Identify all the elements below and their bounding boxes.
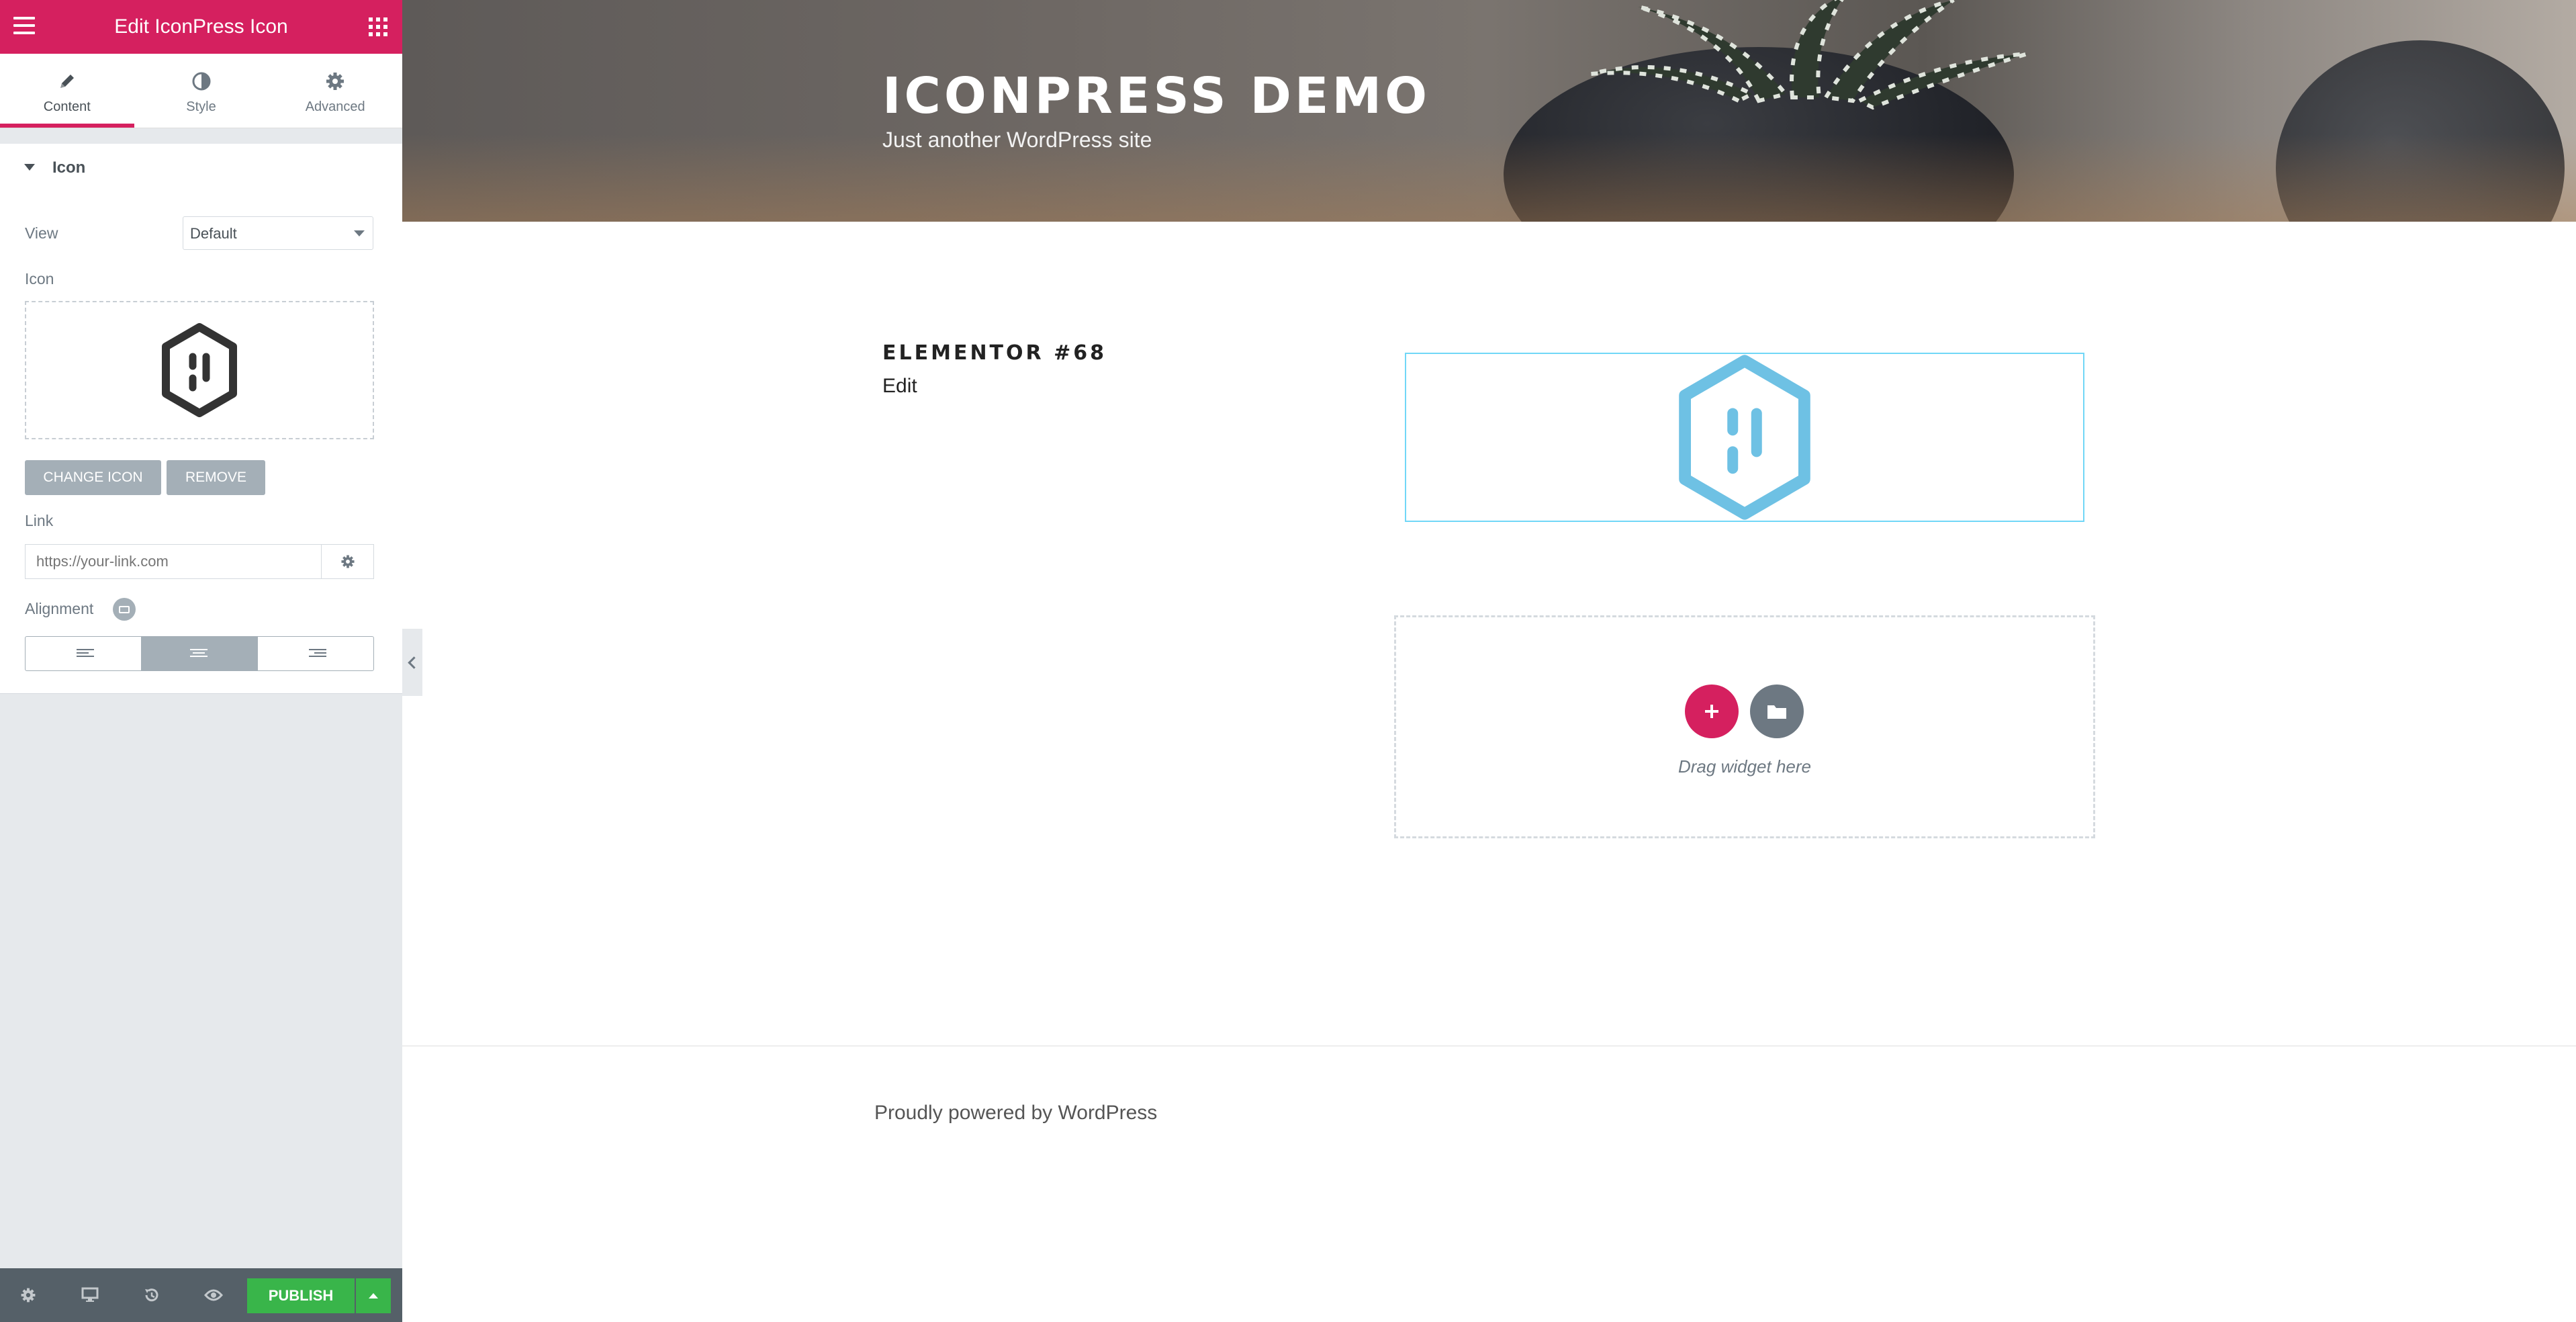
responsive-desktop-icon[interactable]: [113, 598, 136, 621]
hamburger-menu-icon[interactable]: [13, 17, 35, 37]
align-left-button[interactable]: [26, 637, 142, 670]
link-options-button[interactable]: [321, 544, 374, 579]
tab-style[interactable]: Style: [134, 54, 269, 128]
site-title[interactable]: ICONPRESS DEMO: [882, 67, 1430, 125]
icon-preview-box[interactable]: [25, 301, 374, 439]
alignment-label: Alignment: [25, 600, 94, 617]
eye-icon[interactable]: [203, 1284, 224, 1306]
desktop-icon[interactable]: [79, 1284, 101, 1306]
footer-divider: [402, 1045, 2576, 1047]
panel-header: Edit IconPress Icon: [0, 0, 402, 54]
link-input[interactable]: [25, 544, 321, 579]
add-section-button[interactable]: [1685, 685, 1739, 738]
pencil-icon: [0, 71, 134, 91]
gear-icon: [340, 555, 355, 568]
panel-footer: PUBLISH: [0, 1268, 402, 1322]
publish-button[interactable]: PUBLISH: [247, 1278, 355, 1313]
publish-options-button[interactable]: [356, 1278, 391, 1313]
iconpress-hex-icon: [162, 323, 237, 417]
settings-icon[interactable]: [17, 1284, 39, 1306]
tab-advanced-label: Advanced: [305, 99, 365, 114]
align-right-icon: [309, 648, 373, 659]
view-select[interactable]: Default: [183, 216, 373, 250]
tab-content[interactable]: Content: [0, 54, 134, 128]
collapse-panel-button[interactable]: [402, 629, 422, 696]
change-icon-button[interactable]: CHANGE ICON: [25, 460, 161, 495]
tab-style-label: Style: [186, 99, 216, 114]
tab-advanced[interactable]: Advanced: [268, 54, 402, 128]
powered-by-link[interactable]: Proudly powered by WordPress: [874, 1102, 1157, 1125]
gear-icon: [268, 71, 402, 91]
remove-button[interactable]: REMOVE: [167, 460, 265, 495]
panel-tabs: Content Style Advanced: [0, 54, 402, 128]
widgets-grid-icon[interactable]: [369, 17, 387, 36]
align-center-button[interactable]: [142, 637, 258, 670]
panel-title: Edit IconPress Icon: [114, 15, 288, 38]
contrast-icon: [134, 71, 269, 91]
alignment-choices: [25, 636, 374, 671]
site-header-image: [402, 0, 2576, 222]
add-template-button[interactable]: [1750, 685, 1804, 738]
entry-title: ELEMENTOR #68: [882, 341, 1107, 365]
plus-icon: [1705, 705, 1718, 718]
view-select-value: Default: [190, 225, 237, 242]
drag-widget-text: Drag widget here: [1678, 756, 1811, 777]
folder-icon: [1767, 705, 1786, 719]
align-left-icon: [77, 648, 141, 659]
site-tagline: Just another WordPress site: [882, 128, 1152, 152]
view-label: View: [25, 224, 58, 242]
controls-area: View Default Icon CHANGE ICON REMOVE Lin…: [0, 192, 402, 694]
section-icon-toggle[interactable]: Icon: [0, 144, 402, 193]
section-title: Icon: [52, 159, 86, 177]
caret-up-icon: [369, 1293, 378, 1298]
align-center-icon: [190, 648, 257, 659]
caret-down-icon: [24, 164, 35, 171]
chevron-left-icon: [407, 656, 420, 669]
icon-label: Icon: [25, 270, 54, 288]
plant-leaves-image: [1590, 0, 2028, 110]
edit-link[interactable]: Edit: [882, 375, 917, 398]
editor-panel: Edit IconPress Icon Content Style Advanc…: [0, 0, 402, 1322]
align-right-button[interactable]: [258, 637, 373, 670]
iconpress-icon-widget[interactable]: [1405, 353, 2084, 522]
tab-content-label: Content: [43, 99, 91, 114]
empty-section-drop-zone[interactable]: [1394, 615, 2095, 838]
chevron-down-icon: [354, 230, 365, 236]
link-label: Link: [25, 512, 54, 529]
iconpress-hex-icon: [1679, 355, 1810, 520]
history-icon[interactable]: [141, 1284, 163, 1306]
